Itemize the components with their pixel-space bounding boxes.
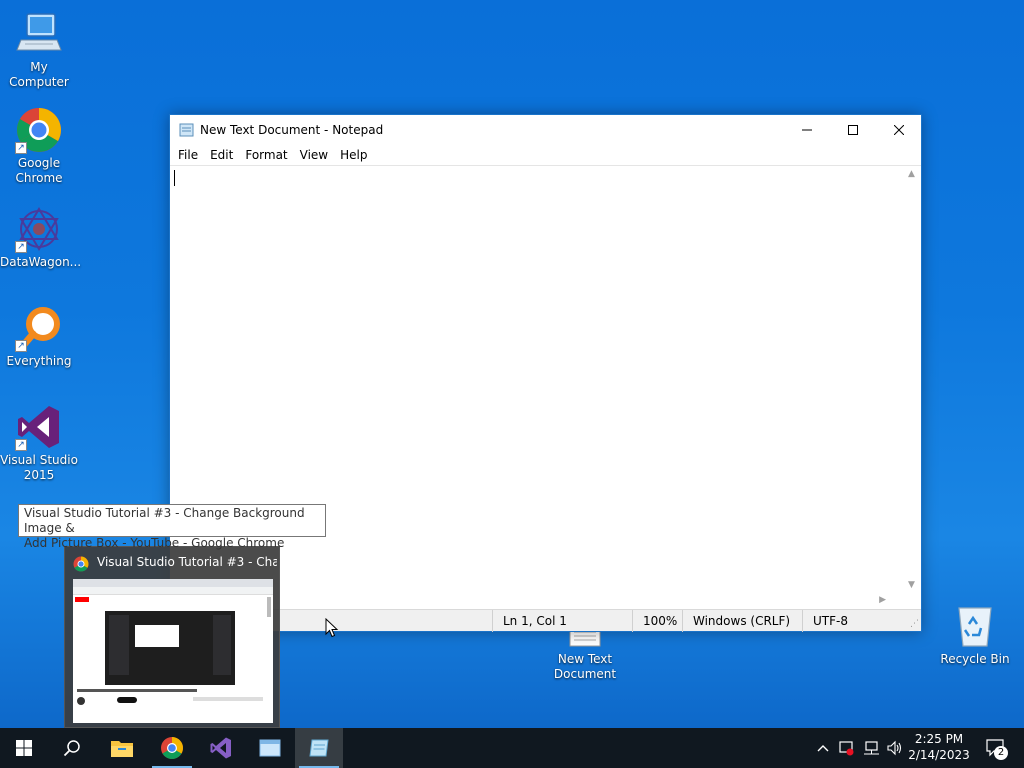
scroll-up-icon[interactable]: ▲ xyxy=(908,169,915,179)
minimize-icon xyxy=(802,129,812,131)
taskbar-window-app[interactable] xyxy=(246,728,294,768)
text-caret xyxy=(174,170,175,186)
desktop-icon-recycle-bin[interactable]: Recycle Bin xyxy=(936,602,1014,667)
security-alert-icon xyxy=(839,741,854,756)
speaker-icon xyxy=(887,740,902,756)
computer-icon xyxy=(15,10,63,58)
shortcut-arrow-icon: ↗ xyxy=(15,142,27,154)
shortcut-arrow-icon: ↗ xyxy=(15,340,27,352)
clock-date: 2/14/2023 xyxy=(908,748,970,762)
vertical-scrollbar[interactable]: ▲ ▼ xyxy=(904,166,921,593)
chrome-icon xyxy=(161,737,183,759)
taskbar-tooltip: Visual Studio Tutorial #3 - Change Backg… xyxy=(18,504,326,550)
taskbar-google-chrome[interactable] xyxy=(148,728,196,768)
notepad-window[interactable]: New Text Document - Notepad File Edit Fo… xyxy=(169,114,922,632)
maximize-icon xyxy=(848,125,858,135)
shortcut-arrow-icon: ↗ xyxy=(15,241,27,253)
window-title: New Text Document - Notepad xyxy=(200,123,384,137)
close-icon xyxy=(894,125,904,135)
taskbar-notepad[interactable] xyxy=(295,728,343,768)
tray-network[interactable] xyxy=(859,728,883,768)
window-icon xyxy=(259,739,281,757)
tooltip-line-2: Add Picture Box - YouTube - Google Chrom… xyxy=(24,536,285,550)
status-encoding: UTF-8 xyxy=(802,610,903,632)
taskbar-thumbnail-preview[interactable]: Visual Studio Tutorial #3 - Chan... xyxy=(64,546,280,728)
status-zoom: 100% xyxy=(632,610,682,632)
mouse-cursor-icon xyxy=(325,618,339,638)
network-icon xyxy=(864,741,879,755)
close-button[interactable] xyxy=(876,115,922,145)
minimize-button[interactable] xyxy=(784,115,830,145)
tooltip-line-1: Visual Studio Tutorial #3 - Change Backg… xyxy=(24,506,305,535)
notepad-icon xyxy=(179,123,194,137)
chevron-up-icon xyxy=(817,745,829,752)
file-explorer-icon xyxy=(111,741,133,757)
thumbnail-page-preview xyxy=(73,579,273,723)
menu-help[interactable]: Help xyxy=(334,145,373,165)
action-center-button[interactable]: 2 xyxy=(976,728,1016,768)
desktop-icon-label: New Text Document xyxy=(553,652,617,681)
chrome-icon xyxy=(73,556,89,572)
scroll-down-icon[interactable]: ▼ xyxy=(908,580,915,590)
desktop-icon-google-chrome[interactable]: ↗ Google Chrome xyxy=(0,106,78,186)
search-icon xyxy=(63,740,80,757)
desktop-icon-everything[interactable]: ↗ Everything xyxy=(0,304,78,369)
start-button[interactable] xyxy=(0,728,48,768)
tray-security[interactable] xyxy=(835,728,857,768)
desktop-icon-label: My Computer xyxy=(9,60,69,89)
taskbar: 2:25 PM 2/14/2023 2 xyxy=(0,728,1024,768)
menu-edit[interactable]: Edit xyxy=(204,145,239,165)
taskbar-visual-studio[interactable] xyxy=(197,728,245,768)
menu-file[interactable]: File xyxy=(172,145,204,165)
search-button[interactable] xyxy=(48,728,96,768)
clock-time: 2:25 PM xyxy=(914,732,964,746)
tray-volume[interactable] xyxy=(883,728,905,768)
menu-view[interactable]: View xyxy=(294,145,334,165)
notification-count-badge: 2 xyxy=(994,746,1008,760)
desktop-icon-label: Everything xyxy=(6,354,72,368)
scroll-right-icon[interactable]: ▶ xyxy=(879,595,886,605)
desktop-icon-label: Recycle Bin xyxy=(940,652,1010,666)
title-bar[interactable]: New Text Document - Notepad xyxy=(170,115,921,145)
show-hidden-icons-button[interactable] xyxy=(812,728,834,768)
shortcut-arrow-icon: ↗ xyxy=(15,439,27,451)
menu-format[interactable]: Format xyxy=(239,145,293,165)
menu-bar: File Edit Format View Help xyxy=(170,145,921,165)
taskbar-clock[interactable]: 2:25 PM 2/14/2023 xyxy=(905,731,973,763)
notepad-icon xyxy=(309,739,329,757)
horizontal-scrollbar[interactable]: ▶ xyxy=(170,592,904,609)
status-bar: Ln 1, Col 1 100% Windows (CRLF) UTF-8 ⋰ xyxy=(170,609,921,632)
desktop-icon-my-computer[interactable]: My Computer xyxy=(0,10,78,90)
datawagon-icon: ↗ xyxy=(15,205,63,253)
desktop-icon-visual-studio-2015[interactable]: ↗ Visual Studio 2015 xyxy=(0,403,78,483)
status-line-ending: Windows (CRLF) xyxy=(682,610,802,632)
windows-start-icon xyxy=(16,740,32,756)
chrome-icon: ↗ xyxy=(15,106,63,154)
maximize-button[interactable] xyxy=(830,115,876,145)
magnifier-icon: ↗ xyxy=(15,304,63,352)
desktop-icon-label: DataWagon... xyxy=(0,255,82,269)
desktop-icon-label: Google Chrome xyxy=(15,156,63,185)
resize-grip-icon[interactable]: ⋰ xyxy=(910,619,919,629)
status-cursor-position: Ln 1, Col 1 xyxy=(492,610,632,632)
thumbnail-title: Visual Studio Tutorial #3 - Chan... xyxy=(97,555,277,569)
visual-studio-icon: ↗ xyxy=(15,403,63,451)
taskbar-file-explorer[interactable] xyxy=(98,728,146,768)
visual-studio-icon xyxy=(210,737,231,759)
recycle-bin-icon xyxy=(951,602,999,650)
desktop-icon-label: Visual Studio 2015 xyxy=(0,453,78,482)
desktop-icon-datawagon[interactable]: ↗ DataWagon... xyxy=(0,205,82,270)
